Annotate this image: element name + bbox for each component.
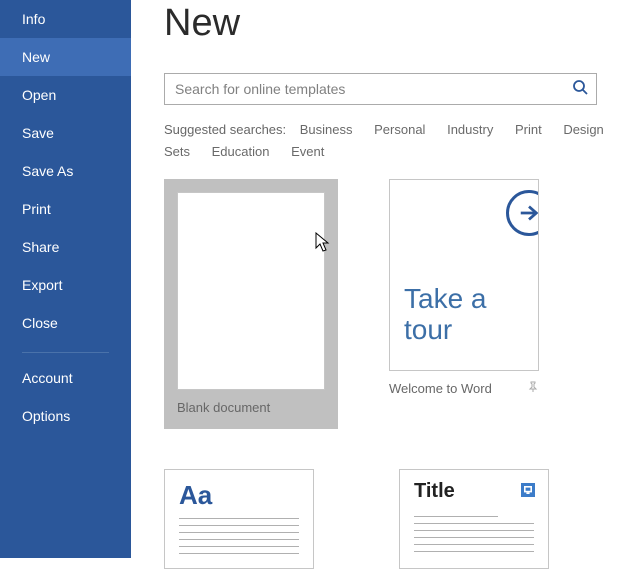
sidebar-item-print[interactable]: Print bbox=[0, 190, 131, 228]
search-icon[interactable] bbox=[572, 79, 588, 100]
suggested-link-education[interactable]: Education bbox=[212, 144, 270, 159]
suggested-link-event[interactable]: Event bbox=[291, 144, 324, 159]
suggested-link-personal[interactable]: Personal bbox=[374, 122, 425, 137]
title-thumb: Title bbox=[399, 469, 549, 569]
search-box[interactable] bbox=[164, 73, 597, 105]
sidebar-item-new[interactable]: New bbox=[0, 38, 131, 76]
tour-line1: Take a bbox=[404, 284, 487, 315]
template-single-spaced[interactable]: Aa bbox=[164, 469, 324, 569]
backstage-sidebar: Info New Open Save Save As Print Share E… bbox=[0, 0, 131, 558]
suggested-label: Suggested searches: bbox=[164, 122, 286, 137]
screen-icon bbox=[521, 483, 535, 497]
page-title: New bbox=[164, 2, 622, 45]
sidebar-item-save[interactable]: Save bbox=[0, 114, 131, 152]
suggested-searches: Suggested searches: Business Personal In… bbox=[164, 119, 604, 163]
search-input[interactable] bbox=[175, 81, 572, 97]
tour-caption: Welcome to Word bbox=[389, 381, 492, 396]
sidebar-item-info[interactable]: Info bbox=[0, 0, 131, 38]
title-label: Title bbox=[414, 480, 534, 503]
sidebar-item-account[interactable]: Account bbox=[0, 359, 131, 397]
template-blank-document[interactable]: Blank document bbox=[164, 179, 324, 429]
arrow-right-circle-icon bbox=[506, 190, 539, 236]
sidebar-item-export[interactable]: Export bbox=[0, 266, 131, 304]
template-grid: Blank document Take a tour Welcome to Wo… bbox=[164, 179, 622, 429]
sidebar-item-share[interactable]: Share bbox=[0, 228, 131, 266]
sidebar-item-open[interactable]: Open bbox=[0, 76, 131, 114]
tour-line2: tour bbox=[404, 315, 487, 346]
sidebar-item-options[interactable]: Options bbox=[0, 397, 131, 435]
blank-thumb bbox=[177, 192, 325, 390]
content-area: New Suggested searches: Business Persona… bbox=[131, 0, 622, 558]
sidebar-divider bbox=[22, 352, 109, 353]
aa-label: Aa bbox=[179, 480, 299, 511]
template-title[interactable]: Title bbox=[399, 469, 559, 569]
thumb-lines bbox=[179, 518, 299, 560]
suggested-link-business[interactable]: Business bbox=[300, 122, 353, 137]
pin-icon[interactable] bbox=[527, 381, 539, 396]
suggested-link-print[interactable]: Print bbox=[515, 122, 542, 137]
template-welcome-to-word[interactable]: Take a tour Welcome to Word bbox=[389, 179, 549, 429]
suggested-link-industry[interactable]: Industry bbox=[447, 122, 493, 137]
sidebar-item-close[interactable]: Close bbox=[0, 304, 131, 342]
blank-caption: Blank document bbox=[177, 400, 325, 415]
thumb-lines bbox=[414, 516, 534, 558]
tour-thumb: Take a tour bbox=[389, 179, 539, 371]
spacing-thumb: Aa bbox=[164, 469, 314, 569]
sidebar-item-save-as[interactable]: Save As bbox=[0, 152, 131, 190]
